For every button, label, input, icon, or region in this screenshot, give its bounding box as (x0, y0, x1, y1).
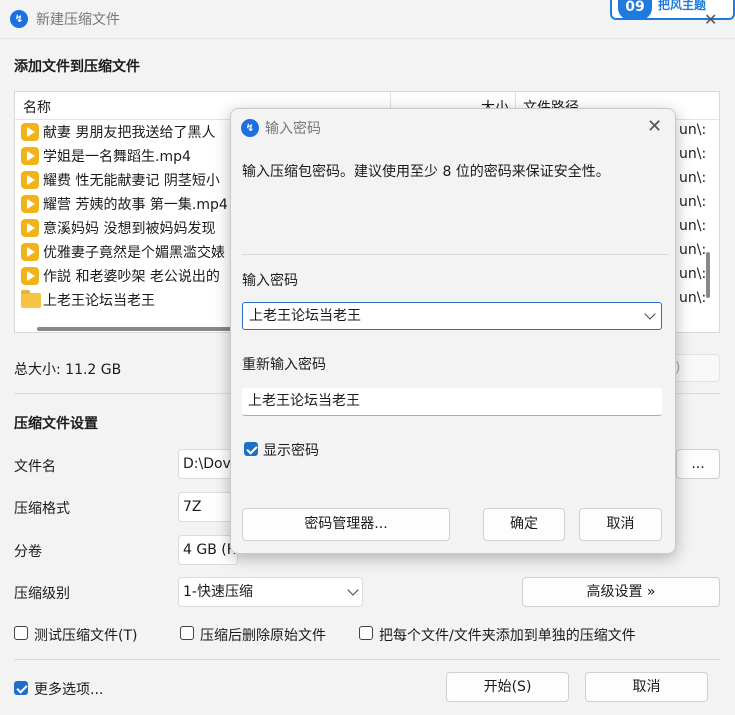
video-file-icon (21, 171, 39, 189)
password-manager-button[interactable]: 密码管理器... (242, 508, 450, 541)
delete-original-checkbox[interactable] (180, 626, 194, 640)
reenter-password-input[interactable]: 上老王论坛当老王 (242, 388, 662, 416)
file-name: 上老王论坛当老王 (43, 293, 155, 309)
title-bar: ↯ 新建压缩文件 09 把风主题 ✕ (0, 0, 735, 38)
test-archive-label: 测试压缩文件(T) (34, 628, 138, 644)
ok-button[interactable]: 确定 (483, 508, 565, 541)
file-name: 学姐是一名舞蹈生.mp4 (43, 149, 191, 165)
more-options-label: 更多选项... (34, 682, 104, 698)
badge-text: 把风主题 (658, 0, 707, 12)
video-file-icon (21, 147, 39, 165)
app-icon: ↯ (10, 10, 28, 28)
file-name: 耀营 芳姨的故事 第一集.mp4 (43, 197, 228, 213)
chevron-down-icon (347, 584, 359, 596)
password-dialog: ↯ 输入密码 ✕ 输入压缩包密码。建议使用至少 8 位的密码来保证安全性。 输入… (230, 108, 676, 554)
level-value: 1-快速压缩 (183, 584, 253, 600)
volume-select[interactable]: 4 GB (FAT32) (178, 535, 238, 565)
separate-archives-label: 把每个文件/文件夹添加到单独的压缩文件 (379, 628, 636, 644)
window-title: 新建压缩文件 (36, 12, 120, 28)
show-password-checkbox[interactable] (244, 442, 258, 456)
file-path: un\: (679, 242, 707, 258)
file-name: 作説 和老婆吵架 老公说出的 (43, 269, 220, 285)
add-files-heading: 添加文件到压缩文件 (14, 59, 140, 75)
password-label: 输入密码 (242, 273, 298, 289)
separate-archives-checkbox[interactable] (359, 626, 373, 640)
divider (242, 254, 668, 255)
file-name: 优雅妻子竟然是个媚黑滥交婊 (43, 245, 225, 261)
more-options-checkbox[interactable] (14, 681, 28, 695)
video-file-icon (21, 123, 39, 141)
chevron-down-icon[interactable] (644, 308, 656, 320)
filename-label: 文件名 (14, 459, 56, 475)
format-select[interactable]: 7Z (178, 492, 238, 522)
total-size: 总大小: 11.2 GB (14, 362, 122, 378)
folder-icon (21, 290, 41, 308)
cancel-button[interactable]: 取消 (585, 672, 708, 702)
dialog-info: 输入压缩包密码。建议使用至少 8 位的密码来保证安全性。 (242, 164, 610, 180)
browse-button[interactable]: ... (676, 449, 720, 479)
file-path: un\: (679, 266, 707, 282)
file-path: un\: (679, 290, 707, 306)
password-input[interactable]: 上老王论坛当老王 (242, 302, 662, 330)
filename-input[interactable]: D:\Dov (178, 449, 238, 479)
close-icon[interactable]: ✕ (647, 116, 662, 137)
file-path: un\: (679, 146, 707, 162)
badge-number: 09 (618, 0, 652, 18)
video-file-icon (21, 219, 39, 237)
level-select[interactable]: 1-快速压缩 (178, 577, 363, 607)
divider (14, 659, 720, 660)
password-value: 上老王论坛当老王 (249, 308, 361, 324)
file-path: un\: (679, 122, 707, 138)
app-icon: ↯ (241, 119, 259, 137)
file-path: un\: (679, 218, 707, 234)
vertical-scrollbar[interactable] (706, 252, 710, 298)
start-button[interactable]: 开始(S) (446, 672, 569, 702)
video-file-icon (21, 267, 39, 285)
window-close-icon[interactable]: ✕ (704, 10, 717, 29)
volume-label: 分卷 (14, 544, 42, 560)
file-name: 耀费 性无能献妻记 阴茎短小 (43, 173, 220, 189)
video-file-icon (21, 195, 39, 213)
level-label: 压缩级别 (14, 586, 70, 602)
test-archive-checkbox[interactable] (14, 626, 28, 640)
video-file-icon (21, 243, 39, 261)
delete-original-label: 压缩后删除原始文件 (200, 628, 326, 644)
file-name: 献妻 男朋友把我送给了黑人 (43, 125, 216, 141)
file-name: 意溪妈妈 没想到被妈妈发现 (43, 221, 216, 237)
settings-heading: 压缩文件设置 (14, 416, 98, 432)
format-label: 压缩格式 (14, 501, 70, 517)
dialog-cancel-button[interactable]: 取消 (579, 508, 662, 541)
column-name[interactable]: 名称 (23, 97, 51, 117)
advanced-settings-button[interactable]: 高级设置 » (522, 577, 720, 607)
file-path: un\: (679, 194, 707, 210)
reenter-label: 重新输入密码 (242, 357, 326, 373)
show-password-label: 显示密码 (263, 443, 319, 459)
dialog-title: 输入密码 (265, 121, 321, 137)
title-divider (0, 38, 735, 39)
file-path: un\: (679, 170, 707, 186)
